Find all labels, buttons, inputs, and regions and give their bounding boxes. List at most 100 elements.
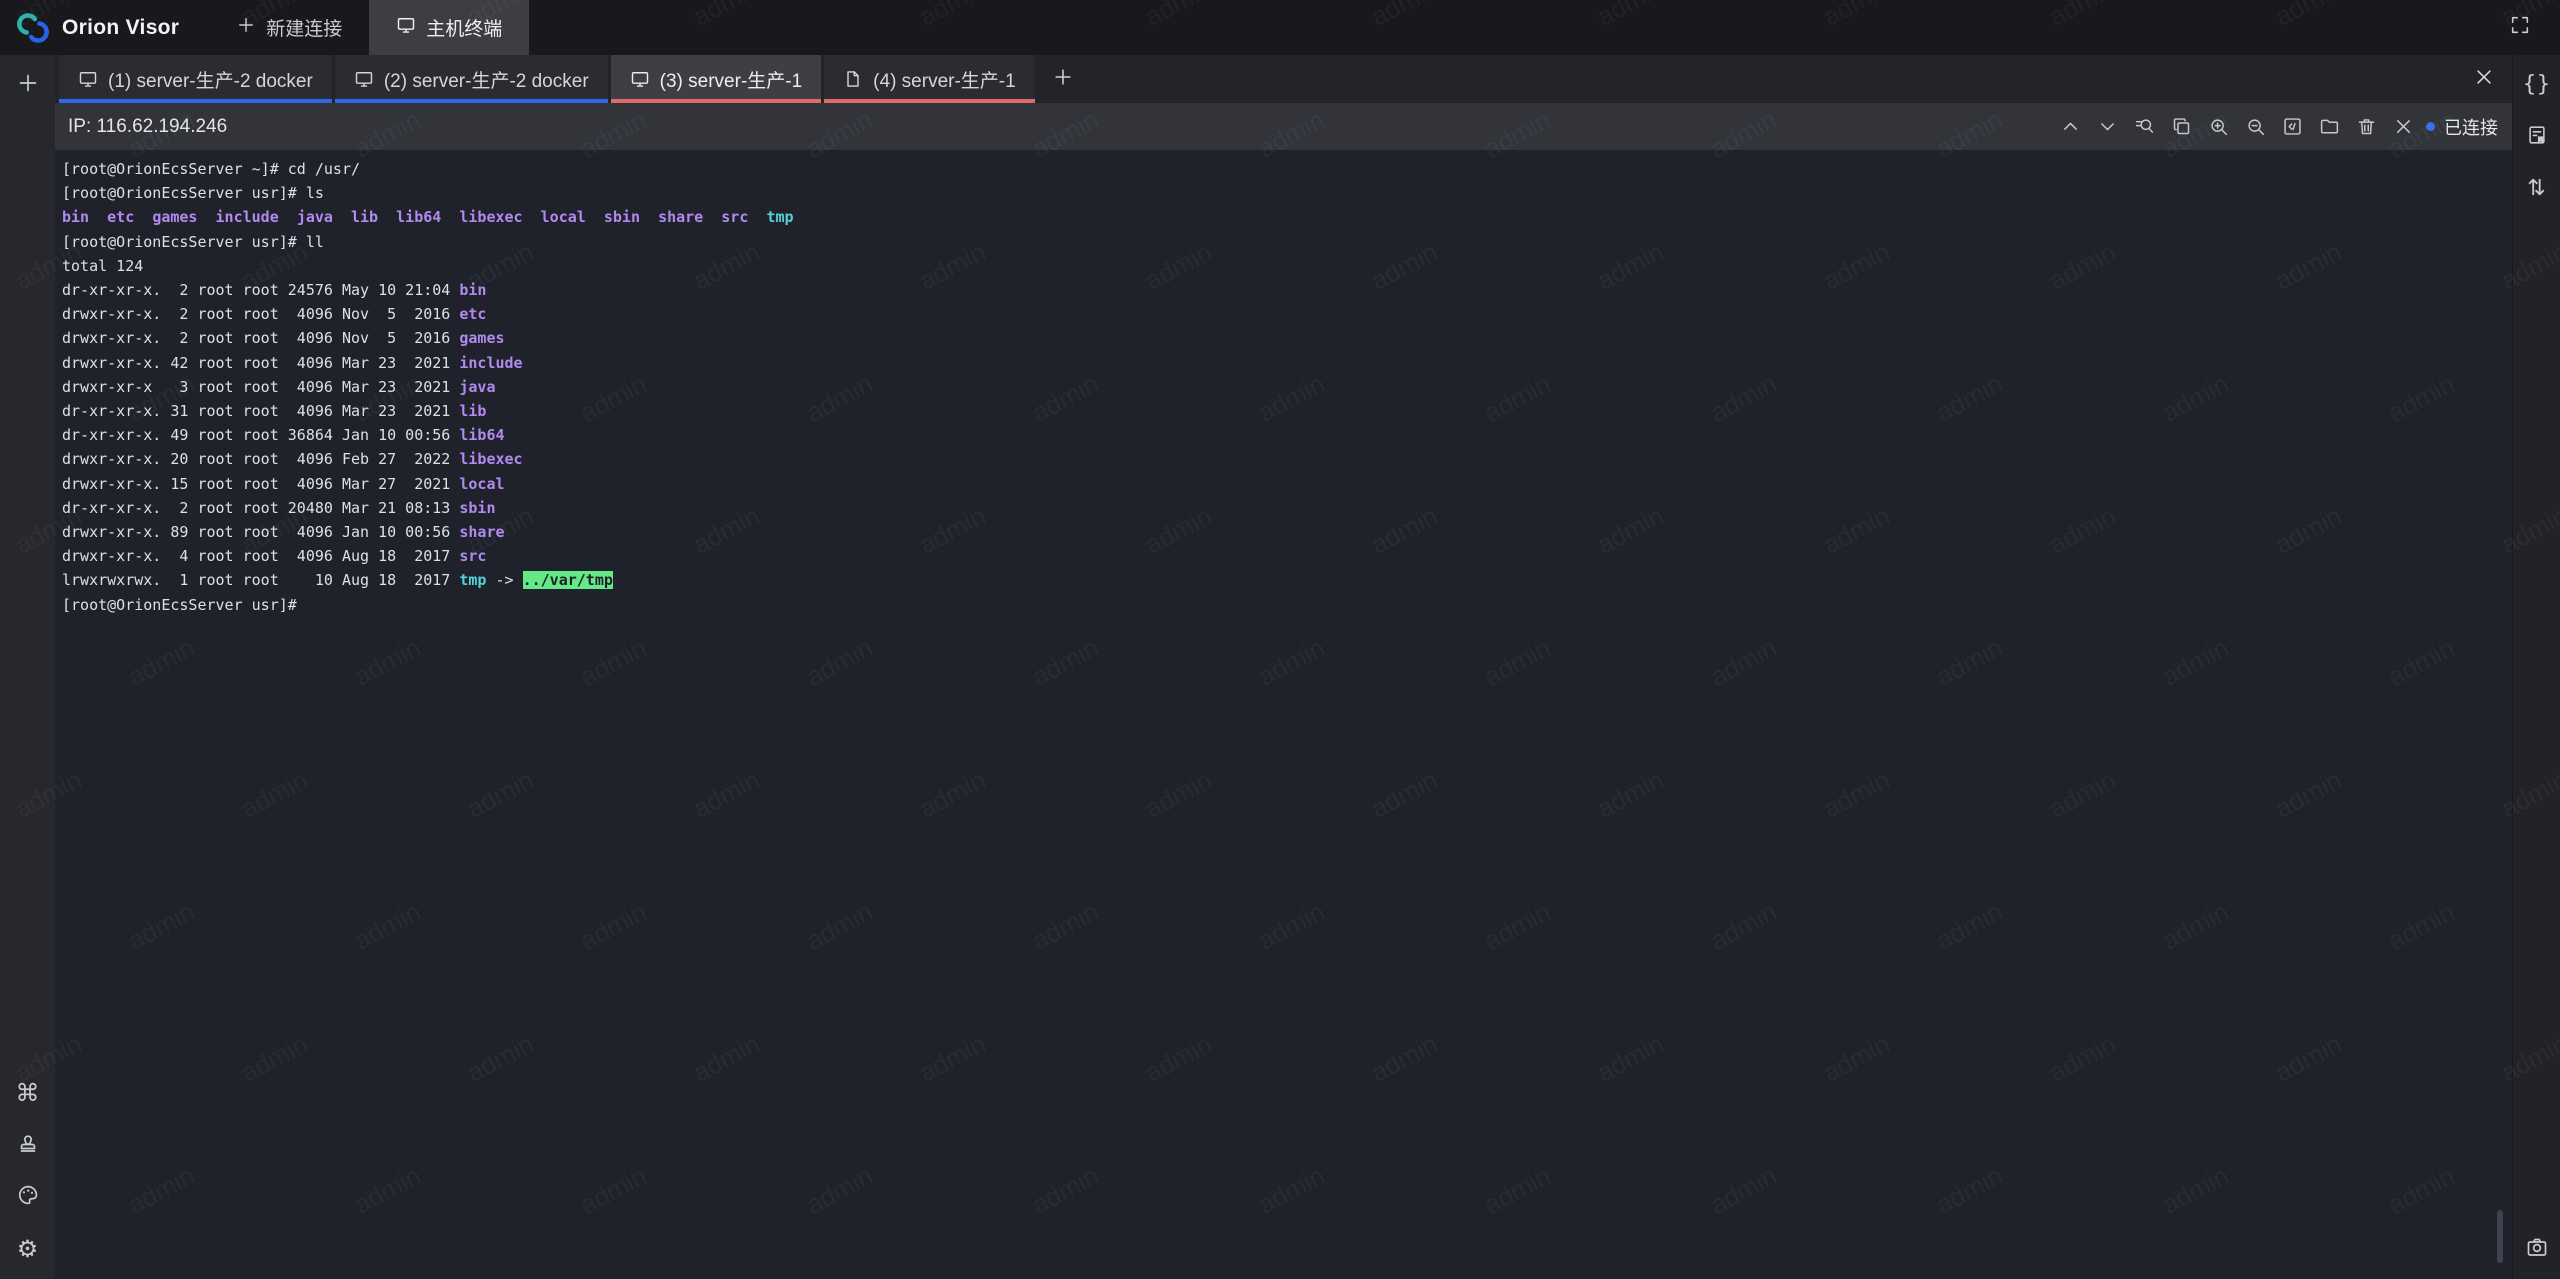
tab-underline-blue: [335, 99, 608, 103]
terminal-screen[interactable]: [root@OrionEcsServer ~]# cd /usr/[root@O…: [55, 150, 2512, 1279]
code-icon: [2282, 116, 2303, 137]
chevron-up-icon: [2060, 116, 2081, 137]
header-nav: 新建连接 主机终端: [209, 0, 529, 55]
terminal-scrollbar[interactable]: [2497, 1210, 2503, 1263]
seal-button[interactable]: [0, 1119, 55, 1171]
right-sidebar-bottom: [2513, 1223, 2560, 1275]
right-sidebar: {} ⇅: [2512, 55, 2560, 1279]
zoom-out-button[interactable]: [2240, 112, 2270, 142]
terminal-line: dr-xr-xr-x. 2 root root 20480 Mar 21 08:…: [62, 496, 2512, 520]
terminal-line: drwxr-xr-x. 2 root root 4096 Nov 5 2016 …: [62, 326, 2512, 350]
command-icon: ⌘: [16, 1081, 40, 1105]
fullscreen-button[interactable]: [2500, 2, 2540, 54]
disconnect-button[interactable]: [2388, 112, 2418, 142]
terminal-tabs: (1) server-生产-2 docker (2) server-生产-2 do…: [59, 55, 1038, 103]
gear-icon: ⚙: [17, 1237, 39, 1261]
stamp-icon: [16, 1131, 40, 1160]
terminal-tabbar: (1) server-生产-2 docker (2) server-生产-2 do…: [55, 55, 2512, 103]
terminal-line: [root@OrionEcsServer ~]# cd /usr/: [62, 157, 2512, 181]
toolbar-buttons: [2055, 112, 2418, 142]
page-body: ⌘⚙ (1) server-生产-2 docker(2) server-生产-2…: [0, 55, 2560, 1279]
folder-icon: [2319, 116, 2340, 137]
terminal-line: drwxr-xr-x. 42 root root 4096 Mar 23 202…: [62, 351, 2512, 375]
scroll-up-button[interactable]: [2055, 112, 2085, 142]
tab-label: (4) server-生产-1: [873, 66, 1016, 93]
left-sidebar-top: [0, 59, 55, 111]
theme-button[interactable]: [0, 1171, 55, 1223]
screenshot-button[interactable]: [2513, 1223, 2560, 1275]
terminal-line: total 124: [62, 254, 2512, 278]
zoom-in-button[interactable]: [2203, 112, 2233, 142]
tab-underline-red: [611, 99, 822, 103]
copy-button[interactable]: [2166, 112, 2196, 142]
terminal-line: [root@OrionEcsServer usr]# ll: [62, 230, 2512, 254]
terminal-line: dr-xr-xr-x. 49 root root 36864 Jan 10 00…: [62, 423, 2512, 447]
command-bookmark-button[interactable]: [2513, 111, 2560, 163]
search-lines-icon: [2134, 116, 2155, 137]
nav-host-terminal[interactable]: 主机终端: [369, 0, 529, 55]
orion-visor-logo-icon: [15, 10, 51, 46]
monitor-icon: [396, 15, 416, 41]
copy-icon: [2171, 116, 2192, 137]
status-dot: [2426, 122, 2435, 131]
plus-icon: [16, 71, 40, 100]
terminal-line: drwxr-xr-x. 4 root root 4096 Aug 18 2017…: [62, 544, 2512, 568]
zoom-out-icon: [2245, 116, 2266, 137]
app-title: Orion Visor: [62, 16, 179, 40]
status-label: 已连接: [2444, 114, 2498, 140]
settings-button[interactable]: ⚙: [0, 1223, 55, 1275]
tab-terminal-1[interactable]: (1) server-生产-2 docker: [59, 55, 332, 103]
transfer-button[interactable]: ⇅: [2513, 163, 2560, 215]
fullscreen-icon: [2509, 14, 2531, 41]
clear-button[interactable]: [2351, 112, 2381, 142]
tab-label: (3) server-生产-1: [660, 66, 803, 93]
app-header: Orion Visor 新建连接 主机终端: [0, 0, 2560, 55]
tab-underline-blue: [59, 99, 332, 103]
zoom-in-icon: [2208, 116, 2229, 137]
camera-icon: [2525, 1235, 2549, 1264]
right-sidebar-top: {} ⇅: [2513, 59, 2560, 215]
tab-terminal-4[interactable]: (4) server-生产-1: [824, 55, 1035, 103]
monitor-icon: [78, 69, 98, 89]
terminal-line: dr-xr-xr-x. 31 root root 4096 Mar 23 202…: [62, 399, 2512, 423]
chevron-down-icon: [2097, 116, 2118, 137]
file-manager-button[interactable]: [2314, 112, 2344, 142]
swap-icon: ⇅: [2527, 178, 2545, 200]
terminal-line: lrwxrwxrwx. 1 root root 10 Aug 18 2017 t…: [62, 568, 2512, 592]
search-button[interactable]: [2129, 112, 2159, 142]
close-icon: [2393, 116, 2414, 137]
session-toolbar: IP: 116.62.194.246 已连接: [55, 103, 2512, 150]
tab-terminal-3[interactable]: (3) server-生产-1: [611, 55, 822, 103]
trash-icon: [2356, 116, 2377, 137]
terminal-line: drwxr-xr-x. 89 root root 4096 Jan 10 00:…: [62, 520, 2512, 544]
terminal-line: drwxr-xr-x. 20 root root 4096 Feb 27 202…: [62, 447, 2512, 471]
orion-visor-app: { "watermark": { "text": "admin" }, "col…: [0, 0, 2560, 1279]
shortcut-keys-button[interactable]: ⌘: [0, 1067, 55, 1119]
palette-icon: [16, 1183, 40, 1212]
terminal-line: bin etc games include java lib lib64 lib…: [62, 205, 2512, 229]
connection-status: 已连接: [2426, 114, 2498, 140]
app-logo[interactable]: Orion Visor: [0, 0, 179, 55]
terminal-line: [root@OrionEcsServer usr]# ls: [62, 181, 2512, 205]
file-icon: [843, 69, 863, 89]
new-connection-button[interactable]: [0, 59, 55, 111]
terminal-output: [root@OrionEcsServer ~]# cd /usr/[root@O…: [62, 157, 2512, 617]
ip-address-label: IP: 116.62.194.246: [68, 116, 227, 138]
terminal-line: drwxr-xr-x. 2 root root 4096 Nov 5 2016 …: [62, 302, 2512, 326]
tab-terminal-2[interactable]: (2) server-生产-2 docker: [335, 55, 608, 103]
close-all-tabs-button[interactable]: [2456, 55, 2512, 103]
nav-new-connection[interactable]: 新建连接: [209, 0, 369, 55]
new-tab-button[interactable]: [1038, 55, 1088, 103]
plus-icon: [236, 15, 256, 41]
command-snippet-button[interactable]: [2277, 112, 2307, 142]
terminal-line: [root@OrionEcsServer usr]#: [62, 593, 2512, 617]
scroll-down-button[interactable]: [2092, 112, 2122, 142]
doc-bookmark-icon: [2526, 124, 2548, 151]
variables-button[interactable]: {}: [2513, 59, 2560, 111]
plus-icon: [1052, 66, 1074, 93]
nav-item-label: 主机终端: [426, 14, 502, 41]
left-sidebar-bottom: ⌘⚙: [0, 1067, 55, 1275]
main-panel: (1) server-生产-2 docker (2) server-生产-2 do…: [55, 55, 2512, 1279]
terminal-line: dr-xr-xr-x. 2 root root 24576 May 10 21:…: [62, 278, 2512, 302]
tab-label: (2) server-生产-2 docker: [384, 66, 589, 93]
